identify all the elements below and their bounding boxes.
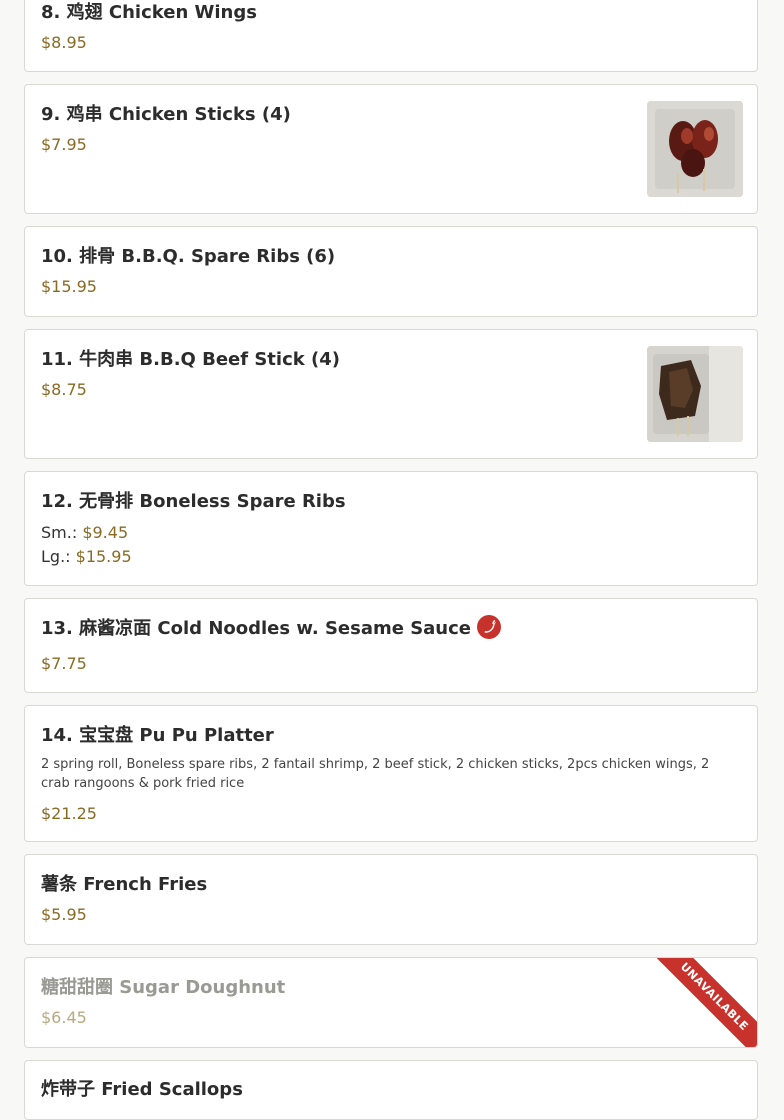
unavailable-ribbon: UNAVAILABLE [657,958,757,1047]
item-title: 13. 麻酱凉面 Cold Noodles w. Sesame Sauce [41,618,472,639]
item-title: 12. 无骨排 Boneless Spare Ribs [41,491,346,512]
price-row-large: Lg.: $15.95 [41,547,132,566]
menu-item-fried-scallops[interactable]: 炸带子 Fried Scallops [24,1060,758,1120]
item-price: $8.75 [41,380,87,399]
item-price: $7.95 [41,135,87,154]
item-title: 糖甜甜圈 Sugar Doughnut [41,977,286,998]
menu-item-pu-pu-platter[interactable]: 14. 宝宝盘 Pu Pu Platter 2 spring roll, Bon… [24,705,758,842]
beef-stick-photo[interactable] [647,346,743,442]
menu-item-cold-noodles[interactable]: 13. 麻酱凉面 Cold Noodles w. Sesame Sauce $7… [24,598,758,693]
item-price: $6.45 [41,1008,87,1027]
item-title: 炸带子 Fried Scallops [41,1079,243,1100]
size-label: Lg.: [41,547,71,566]
menu-item-chicken-sticks[interactable]: 9. 鸡串 Chicken Sticks (4) $7.95 [24,84,758,214]
item-price: $21.25 [41,804,97,823]
item-description: 2 spring roll, Boneless spare ribs, 2 fa… [41,757,710,791]
menu-item-sugar-doughnut[interactable]: 糖甜甜圈 Sugar Doughnut $6.45 UNAVAILABLE [24,957,758,1048]
item-title: 11. 牛肉串 B.B.Q Beef Stick (4) [41,349,340,370]
menu-item-bbq-spare-ribs[interactable]: 10. 排骨 B.B.Q. Spare Ribs (6) $15.95 [24,226,758,317]
price-row-small: Sm.: $9.45 [41,523,128,542]
unavailable-label: UNAVAILABLE [657,958,757,1047]
item-title: 9. 鸡串 Chicken Sticks (4) [41,104,291,125]
menu-item-bbq-beef-stick[interactable]: 11. 牛肉串 B.B.Q Beef Stick (4) $8.75 [24,329,758,459]
item-price: $8.95 [41,33,87,52]
spicy-pepper-icon [477,615,502,639]
menu-item-chicken-wings[interactable]: 8. 鸡翅 Chicken Wings $8.95 [24,0,758,72]
chicken-sticks-image [647,101,743,197]
item-title: 14. 宝宝盘 Pu Pu Platter [41,725,274,746]
menu-item-french-fries[interactable]: 薯条 French Fries $5.95 [24,854,758,945]
size-price: $15.95 [75,547,132,566]
beef-stick-image [647,346,743,442]
size-label: Sm.: [41,523,78,542]
item-price: $7.75 [41,654,87,673]
menu-item-boneless-spare-ribs[interactable]: 12. 无骨排 Boneless Spare Ribs Sm.: $9.45 L… [24,471,758,586]
item-title: 10. 排骨 B.B.Q. Spare Ribs (6) [41,246,336,267]
size-price: $9.45 [82,523,129,542]
menu-list: 8. 鸡翅 Chicken Wings $8.95 9. 鸡串 Chicken … [0,0,784,1120]
item-price: $15.95 [41,277,97,296]
item-price: $5.95 [41,905,87,924]
item-title: 8. 鸡翅 Chicken Wings [41,2,257,23]
item-title-row: 13. 麻酱凉面 Cold Noodles w. Sesame Sauce [41,614,502,641]
item-title: 薯条 French Fries [41,874,208,895]
chicken-sticks-photo[interactable] [647,101,743,197]
